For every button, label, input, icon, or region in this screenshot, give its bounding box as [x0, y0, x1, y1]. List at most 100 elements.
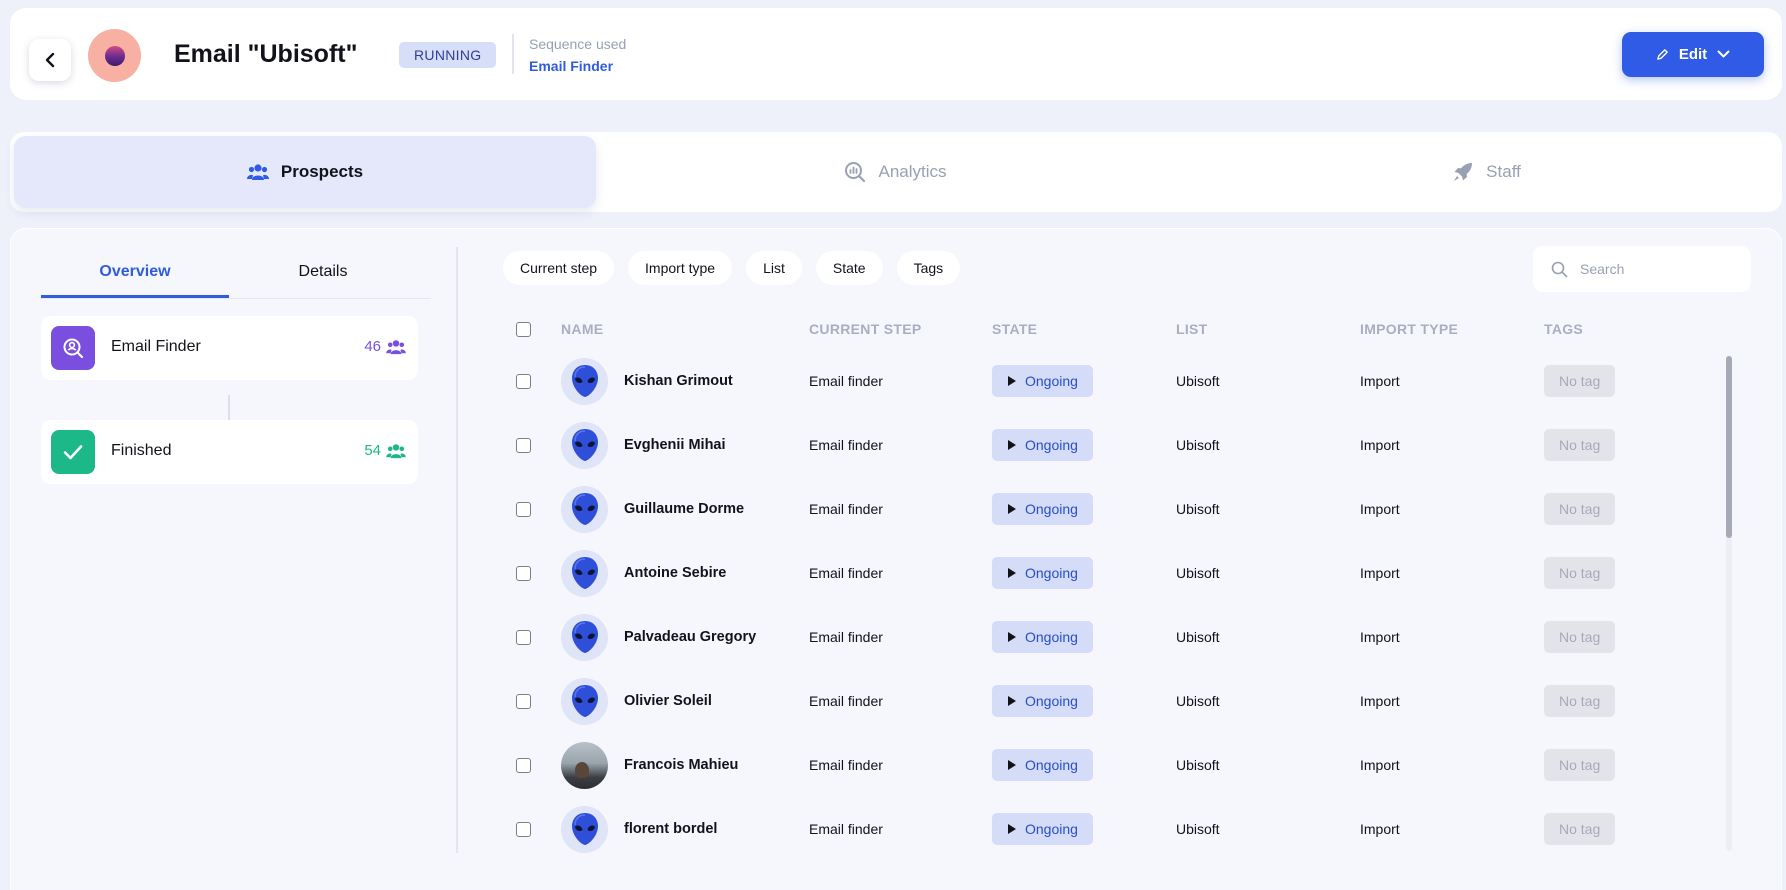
analytics-search-icon [845, 162, 866, 183]
import-type-cell: Import [1360, 757, 1400, 773]
current-step-cell: Email finder [809, 629, 883, 645]
column-header: NAME [561, 321, 604, 337]
state-badge: Ongoing [992, 621, 1093, 653]
users-icon [386, 339, 406, 354]
tag-badge: No tag [1544, 813, 1616, 845]
prospect-name[interactable]: Evghenii Mihai [624, 437, 726, 453]
search-icon [1551, 261, 1568, 277]
list-cell: Ubisoft [1176, 437, 1220, 453]
table-header: NAME CURRENT STEP STATE LIST IMPORT TYPE… [516, 309, 1746, 349]
row-checkbox[interactable] [516, 373, 531, 389]
edit-button[interactable]: Edit [1622, 32, 1764, 77]
import-type-cell: Import [1360, 501, 1400, 517]
users-icon [386, 443, 406, 458]
search-input[interactable] [1580, 261, 1730, 277]
tab-label: Prospects [280, 162, 364, 181]
prospect-name[interactable]: Francois Mahieu [624, 757, 738, 773]
table-row[interactable]: Guillaume Dorme Email finder Ongoing Ubisof… [516, 477, 1746, 541]
tab-label: Analytics [878, 162, 947, 181]
step-email-finder[interactable]: Email Finder 46 [41, 316, 418, 380]
search-person-icon [51, 326, 95, 370]
prospect-name[interactable]: Kishan Grimout [624, 373, 733, 389]
state-badge: Ongoing [992, 749, 1093, 781]
main-panel: Overview Details Email Finder 46 Finishe… [10, 228, 1782, 890]
back-button[interactable] [29, 39, 71, 81]
state-label: Ongoing [1025, 757, 1078, 773]
column-header: CURRENT STEP [809, 321, 922, 337]
column-header: IMPORT TYPE [1360, 321, 1459, 337]
prospect-name[interactable]: Guillaume Dorme [624, 501, 744, 517]
table-row[interactable]: Evghenii Mihai Email finder Ongoing Ubisoft… [516, 413, 1746, 477]
state-badge: Ongoing [992, 557, 1093, 589]
filter-list[interactable]: List [746, 251, 802, 285]
tab-prospects[interactable]: Prospects [14, 136, 596, 208]
state-badge: Ongoing [992, 493, 1093, 525]
tag-badge: No tag [1544, 621, 1616, 653]
current-step-cell: Email finder [809, 757, 883, 773]
state-label: Ongoing [1025, 821, 1078, 837]
current-step-cell: Email finder [809, 501, 883, 517]
table-row[interactable]: Palvadeau Gregory Email finder Ongoing Ubis… [516, 605, 1746, 669]
prospect-name[interactable]: Antoine Sebire [624, 565, 726, 581]
check-icon [51, 430, 95, 474]
steps-panel: Overview Details Email Finder 46 Finishe… [41, 247, 431, 484]
current-step-cell: Email finder [809, 693, 883, 709]
state-badge: Ongoing [992, 813, 1093, 845]
prospect-name[interactable]: Olivier Soleil [624, 693, 712, 709]
panel-divider [456, 247, 458, 853]
filter-tags[interactable]: Tags [896, 251, 961, 285]
tag-badge: No tag [1544, 557, 1616, 589]
state-badge: Ongoing [992, 685, 1093, 717]
table-body: Kishan Grimout Email finder Ongoing Ubisoft… [516, 349, 1746, 861]
row-checkbox[interactable] [516, 821, 531, 837]
list-cell: Ubisoft [1176, 757, 1220, 773]
play-icon [1008, 760, 1016, 770]
table-row[interactable]: Antoine Sebire Email finder Ongoing Ubisoft… [516, 541, 1746, 605]
play-icon [1008, 440, 1016, 450]
table-row[interactable]: florent bordel Email finder Ongoing Ubisoft… [516, 797, 1746, 861]
step-count-value: 54 [364, 442, 381, 459]
prospects-table: NAME CURRENT STEP STATE LIST IMPORT TYPE… [516, 309, 1746, 861]
import-type-cell: Import [1360, 565, 1400, 581]
row-checkbox[interactable] [516, 501, 531, 517]
state-label: Ongoing [1025, 501, 1078, 517]
prospect-name[interactable]: florent bordel [624, 821, 717, 837]
import-type-cell: Import [1360, 693, 1400, 709]
filter-import-type[interactable]: Import type [628, 251, 733, 285]
play-icon [1008, 696, 1016, 706]
main-tabs: Prospects Analytics Staff [10, 132, 1782, 212]
company-logo [88, 29, 141, 82]
alien-avatar-icon [561, 677, 608, 725]
tab-analytics[interactable]: Analytics [600, 132, 1191, 212]
alien-avatar-icon [561, 421, 608, 469]
row-checkbox[interactable] [516, 693, 531, 709]
table-row[interactable]: Olivier Soleil Email finder Ongoing Ubisoft… [516, 669, 1746, 733]
table-row[interactable]: Francois Mahieu Email finder Ongoing Ubisof… [516, 733, 1746, 797]
row-checkbox[interactable] [516, 757, 531, 773]
sequence-link[interactable]: Email Finder [529, 58, 613, 74]
play-icon [1008, 568, 1016, 578]
state-label: Ongoing [1025, 693, 1078, 709]
subtab-details[interactable]: Details [229, 247, 417, 298]
prospect-name[interactable]: Palvadeau Gregory [624, 629, 756, 645]
state-label: Ongoing [1025, 629, 1078, 645]
list-cell: Ubisoft [1176, 629, 1220, 645]
state-label: Ongoing [1025, 565, 1078, 581]
row-checkbox[interactable] [516, 437, 531, 453]
row-checkbox[interactable] [516, 629, 531, 645]
page-title: Email "Ubisoft" [174, 40, 358, 68]
rocket-icon [1454, 163, 1473, 181]
play-icon [1008, 504, 1016, 514]
tab-staff[interactable]: Staff [1191, 132, 1782, 212]
step-finished[interactable]: Finished 54 [41, 420, 418, 484]
scrollbar-thumb[interactable] [1726, 356, 1732, 538]
chevron-down-icon [1717, 50, 1730, 58]
subtab-overview[interactable]: Overview [41, 247, 229, 298]
list-cell: Ubisoft [1176, 693, 1220, 709]
row-checkbox[interactable] [516, 565, 531, 581]
table-row[interactable]: Kishan Grimout Email finder Ongoing Ubisoft… [516, 349, 1746, 413]
tag-badge: No tag [1544, 429, 1616, 461]
select-all-checkbox[interactable] [516, 321, 531, 337]
filter-current-step[interactable]: Current step [503, 251, 615, 285]
filter-state[interactable]: State [815, 251, 883, 285]
